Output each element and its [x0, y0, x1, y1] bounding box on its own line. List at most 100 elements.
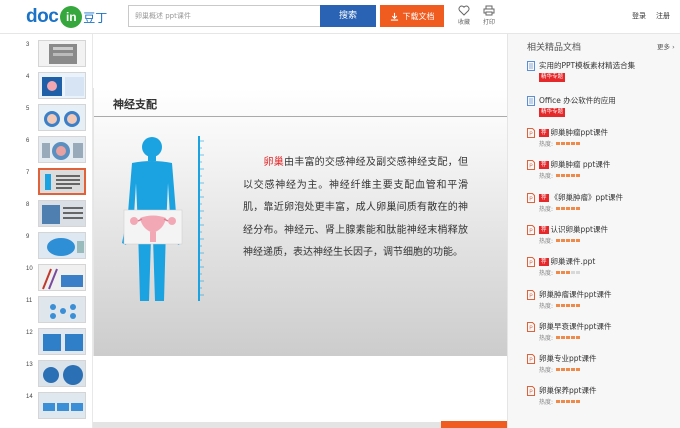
heat-segment	[576, 142, 581, 145]
related-doc-item[interactable]: P 卵巢保养ppt课件 热度:	[527, 385, 677, 409]
doc-title[interactable]: 实用的PPT模板素材精选合集	[539, 60, 635, 71]
heat-segment	[566, 271, 571, 275]
thumbnail-item[interactable]: 3	[22, 40, 92, 71]
thumbnail-item[interactable]: 9	[22, 232, 92, 263]
thumbnail-number: 10	[26, 266, 33, 272]
thumbnail-item[interactable]: 5	[22, 104, 92, 135]
download-button[interactable]: 下载文档	[380, 5, 444, 27]
doc-title[interactable]: 荐卵巢课件.ppt	[539, 256, 595, 267]
floating-action-tab[interactable]	[441, 421, 507, 428]
thumbnail-item[interactable]: 8	[22, 200, 92, 231]
thumbnail-item[interactable]: 12	[22, 328, 92, 359]
heat-segment	[561, 142, 566, 145]
related-doc-item[interactable]: P 荐《卵巢肿瘤》ppt课件 热度:	[527, 192, 677, 216]
recommend-tag: 荐	[539, 161, 549, 170]
heat-segment	[566, 238, 571, 242]
heat-bar	[556, 335, 581, 339]
doc-title[interactable]: 荐卵巢肿瘤 ppt课件	[539, 159, 610, 170]
slide-body-text: 卵巢由丰富的交感神经及副交感神经支配，但以交感神经为主。神经纤维主要支配血管和平…	[243, 152, 468, 265]
doc-title[interactable]: 卵巢肿瘤课件ppt课件	[539, 289, 611, 300]
related-doc-item[interactable]: Office 办公软件的应用 精华专题	[527, 95, 677, 119]
heat-bar	[556, 238, 581, 242]
thumbnail-number: 9	[26, 234, 30, 240]
heat-bar	[556, 174, 581, 178]
thumbnail-sidebar[interactable]: 3 4 5 6 7 8 9 10 11 12 13 14	[22, 34, 93, 428]
thumbnail-item[interactable]: 4	[22, 72, 92, 103]
thumbnail-item-active[interactable]: 7	[22, 168, 92, 199]
doc-title-text: 《卵巢肿瘤》ppt课件	[550, 192, 623, 202]
thumbnail-item[interactable]: 14	[22, 392, 92, 423]
heat-segment	[571, 400, 576, 404]
more-link[interactable]: 更多 ›	[657, 41, 675, 51]
heat-segment	[556, 206, 561, 210]
related-doc-item[interactable]: 实用的PPT模板素材精选合集 精华专题	[527, 60, 677, 84]
download-label: 下载文档	[402, 11, 435, 21]
svg-text:P: P	[529, 325, 533, 331]
related-doc-item[interactable]: P 卵巢专业ppt课件 热度:	[527, 353, 677, 377]
related-doc-item[interactable]: P 卵巢肿瘤课件ppt课件 热度:	[527, 289, 677, 313]
print-button[interactable]: 打印	[478, 5, 500, 26]
doc-title-text: 卵巢肿瘤 ppt课件	[550, 160, 611, 170]
doc-title[interactable]: 荐认识卵巢ppt课件	[539, 224, 608, 235]
collect-button[interactable]: 收藏	[453, 5, 475, 26]
heat-segment	[566, 335, 571, 339]
ppt-file-icon: P	[527, 257, 535, 268]
download-icon	[390, 12, 398, 21]
register-link[interactable]: 注册	[656, 11, 670, 21]
related-docs-heading: 相关精品文档	[527, 43, 582, 53]
docin-logo[interactable]: doc in 豆丁	[26, 6, 107, 28]
thumbnail-item[interactable]: 11	[22, 296, 92, 327]
heat-rating: 热度:	[539, 171, 581, 180]
svg-text:P: P	[529, 358, 533, 364]
heat-bar	[556, 206, 581, 210]
heat-rating: 热度:	[539, 236, 581, 245]
thumbnail-image	[38, 200, 86, 227]
heat-rating: 热度:	[539, 139, 581, 148]
heat-segment	[576, 174, 581, 178]
heat-segment	[576, 368, 581, 372]
thumbnail-image	[38, 136, 86, 163]
related-doc-item[interactable]: P 荐卵巢肿瘤ppt课件 热度:	[527, 127, 677, 151]
svg-text:P: P	[529, 261, 533, 267]
thumbnail-number: 6	[26, 138, 30, 144]
heat-segment	[556, 142, 561, 145]
related-doc-item[interactable]: P 荐卵巢课件.ppt 热度:	[527, 256, 677, 280]
related-doc-item[interactable]: P 荐认识卵巢ppt课件 热度:	[527, 224, 677, 248]
login-link[interactable]: 登录	[632, 11, 646, 21]
doc-title[interactable]: 荐卵巢肿瘤ppt课件	[539, 127, 608, 138]
svg-text:P: P	[529, 228, 533, 234]
thumbnail-item[interactable]: 13	[22, 360, 92, 391]
heat-segment	[556, 238, 561, 242]
logo-badge: in	[60, 6, 83, 28]
thumbnail-number: 5	[26, 106, 30, 112]
document-icon	[527, 61, 535, 71]
doc-title[interactable]: 卵巢保养ppt课件	[539, 385, 596, 396]
related-doc-item[interactable]: P 卵巢早衰课件ppt课件 热度:	[527, 321, 677, 345]
highlight-term: 卵巢	[263, 157, 284, 168]
ppt-file-icon: P	[527, 289, 535, 300]
heat-segment	[561, 238, 566, 242]
ppt-file-icon: P	[527, 160, 535, 171]
premium-badge: 精华专题	[539, 73, 566, 82]
doc-title[interactable]: Office 办公软件的应用	[539, 95, 616, 106]
recommend-tag: 荐	[539, 258, 549, 267]
related-doc-item[interactable]: P 荐卵巢肿瘤 ppt课件 热度:	[527, 159, 677, 183]
search-button[interactable]: 搜索	[320, 5, 376, 27]
heat-segment	[566, 368, 571, 372]
heat-segment	[556, 303, 561, 307]
thumbnail-number: 11	[26, 298, 33, 304]
document-viewer[interactable]: 神经支配 卵巢由丰富的交感神经及副交感神经支配，但以交感神经为主。神经纤维主要支…	[93, 34, 507, 428]
thumbnail-number: 13	[26, 362, 33, 368]
doc-title[interactable]: 卵巢早衰课件ppt课件	[539, 321, 611, 332]
thumbnail-item[interactable]: 10	[22, 264, 92, 295]
thumbnail-image	[38, 40, 86, 67]
heat-segment	[561, 335, 566, 339]
doc-title-text: 卵巢早衰课件ppt课件	[539, 321, 612, 331]
thumbnail-item[interactable]: 6	[22, 136, 92, 167]
thumbnail-number: 12	[26, 330, 33, 336]
heat-segment	[561, 174, 566, 178]
doc-title[interactable]: 卵巢专业ppt课件	[539, 353, 596, 364]
slide-body: 由丰富的交感神经及副交感神经支配，但以交感神经为主。神经纤维主要支配血管和平滑肌…	[243, 157, 469, 258]
doc-title[interactable]: 荐《卵巢肿瘤》ppt课件	[539, 192, 623, 203]
search-input[interactable]: 卵巢概述 ppt课件	[128, 5, 320, 27]
